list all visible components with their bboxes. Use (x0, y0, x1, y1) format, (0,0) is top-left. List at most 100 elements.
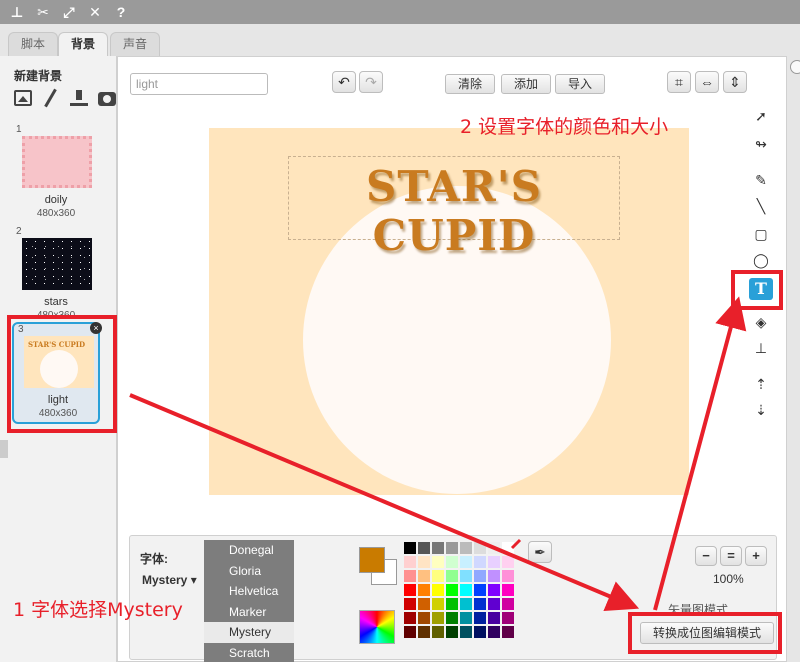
palette-swatch[interactable] (418, 584, 430, 596)
palette-swatch[interactable] (404, 556, 416, 568)
zoom-reset-icon[interactable]: = (720, 546, 742, 566)
drawing-canvas[interactable]: STAR'S CUPID (209, 128, 689, 495)
tab-sounds[interactable]: 声音 (110, 32, 161, 56)
font-option-helvetica[interactable]: Helvetica (204, 581, 294, 602)
color-picker-icon[interactable] (359, 610, 395, 644)
add-button[interactable]: 添加 (501, 74, 551, 94)
palette-swatch[interactable] (404, 626, 416, 638)
font-option-mystery[interactable]: Mystery (204, 622, 294, 643)
eyedropper-icon[interactable]: ✒ (528, 541, 552, 563)
palette-swatch[interactable] (446, 598, 458, 610)
palette-swatch[interactable] (460, 626, 472, 638)
crop-icon[interactable]: ⌗ (667, 71, 691, 93)
font-option-scratch[interactable]: Scratch (204, 643, 294, 662)
shrink-icon[interactable]: ✕ (86, 3, 104, 21)
cut-icon[interactable]: ✂ (34, 3, 52, 21)
paint-brush-icon[interactable] (42, 90, 60, 106)
palette-swatch[interactable] (460, 598, 472, 610)
palette-swatch[interactable] (446, 542, 458, 554)
palette-swatch[interactable] (418, 598, 430, 610)
palette-swatch[interactable] (432, 570, 444, 582)
palette-swatch[interactable] (488, 542, 500, 554)
palette-swatch[interactable] (502, 542, 514, 554)
palette-swatch[interactable] (502, 598, 514, 610)
help-icon[interactable]: ? (112, 3, 130, 21)
palette-swatch[interactable] (432, 612, 444, 624)
import-button[interactable]: 导入 (555, 74, 605, 94)
font-select[interactable]: Mystery ▾ (142, 573, 197, 587)
palette-swatch[interactable] (502, 584, 514, 596)
palette-swatch[interactable] (460, 584, 472, 596)
palette-swatch[interactable] (502, 612, 514, 624)
zoom-in-icon[interactable]: + (745, 546, 767, 566)
undo-icon[interactable]: ↶ (332, 71, 356, 93)
palette-swatch[interactable] (460, 570, 472, 582)
camera-icon[interactable] (98, 92, 116, 106)
line-icon[interactable]: ╲ (749, 195, 773, 217)
font-option-marker[interactable]: Marker (204, 602, 294, 623)
panel-collapse-handle[interactable] (0, 440, 8, 458)
palette-swatch[interactable] (460, 542, 472, 554)
flip-horizontal-icon[interactable]: ⇔ (695, 71, 719, 93)
palette-swatch[interactable] (474, 584, 486, 596)
palette-swatch[interactable] (488, 598, 500, 610)
palette-swatch[interactable] (404, 598, 416, 610)
palette-swatch[interactable] (432, 626, 444, 638)
font-option-gloria[interactable]: Gloria (204, 561, 294, 582)
scroll-knob[interactable] (790, 60, 800, 74)
tab-backdrops[interactable]: 背景 (58, 32, 109, 57)
palette-swatch[interactable] (418, 542, 430, 554)
palette-swatch[interactable] (460, 612, 472, 624)
palette-swatch[interactable] (488, 570, 500, 582)
palette-swatch[interactable] (446, 556, 458, 568)
palette-swatch[interactable] (488, 612, 500, 624)
flip-vertical-icon[interactable]: ⇕ (723, 71, 747, 93)
font-option-donegal[interactable]: Donegal (204, 540, 294, 561)
palette-swatch[interactable] (418, 556, 430, 568)
stamp-icon[interactable]: ⊥ (749, 337, 773, 359)
palette-swatch[interactable] (474, 570, 486, 582)
zoom-out-icon[interactable]: − (695, 546, 717, 566)
redo-icon[interactable]: ↷ (359, 71, 383, 93)
backdrop-item-doily[interactable]: 1 doily 480x360 (12, 124, 100, 224)
select-arrow-icon[interactable]: ➚ (749, 105, 773, 127)
palette-swatch[interactable] (474, 556, 486, 568)
backdrop-item-stars[interactable]: 2 stars 480x360 (12, 226, 100, 326)
primary-color-swatch[interactable] (359, 547, 385, 573)
palette-swatch[interactable] (432, 598, 444, 610)
ellipse-icon[interactable]: ◯ (749, 249, 773, 271)
palette-swatch[interactable] (474, 542, 486, 554)
backdrop-name-input[interactable]: light (130, 73, 268, 95)
palette-swatch[interactable] (488, 584, 500, 596)
palette-swatch[interactable] (446, 626, 458, 638)
palette-swatch[interactable] (474, 626, 486, 638)
palette-swatch[interactable] (418, 626, 430, 638)
clear-button[interactable]: 清除 (445, 74, 495, 94)
palette-swatch[interactable] (418, 570, 430, 582)
palette-swatch[interactable] (432, 556, 444, 568)
palette-swatch[interactable] (502, 570, 514, 582)
palette-swatch[interactable] (488, 556, 500, 568)
palette-swatch[interactable] (404, 570, 416, 582)
library-image-icon[interactable] (14, 90, 32, 106)
palette-swatch[interactable] (404, 584, 416, 596)
rectangle-icon[interactable]: ▢ (749, 223, 773, 245)
palette-swatch[interactable] (446, 612, 458, 624)
palette-swatch[interactable] (404, 542, 416, 554)
palette-swatch[interactable] (446, 570, 458, 582)
fill-bucket-icon[interactable]: ◈ (749, 311, 773, 333)
backward-layer-icon[interactable]: ⇣ (749, 399, 773, 421)
upload-icon[interactable] (70, 90, 88, 106)
palette-swatch[interactable] (474, 612, 486, 624)
canvas-title-text[interactable]: STAR'S CUPID (291, 162, 617, 260)
palette-swatch[interactable] (502, 556, 514, 568)
tab-scripts[interactable]: 脚本 (8, 32, 59, 56)
palette-swatch[interactable] (474, 598, 486, 610)
stamp-icon[interactable]: ⊥ (8, 3, 26, 21)
forward-layer-icon[interactable]: ⇡ (749, 373, 773, 395)
reshape-icon[interactable]: ↬ (749, 133, 773, 155)
palette-swatch[interactable] (404, 612, 416, 624)
palette-swatch[interactable] (446, 584, 458, 596)
pencil-icon[interactable]: ✎ (749, 169, 773, 191)
grow-icon[interactable]: ⤢ (60, 3, 78, 21)
